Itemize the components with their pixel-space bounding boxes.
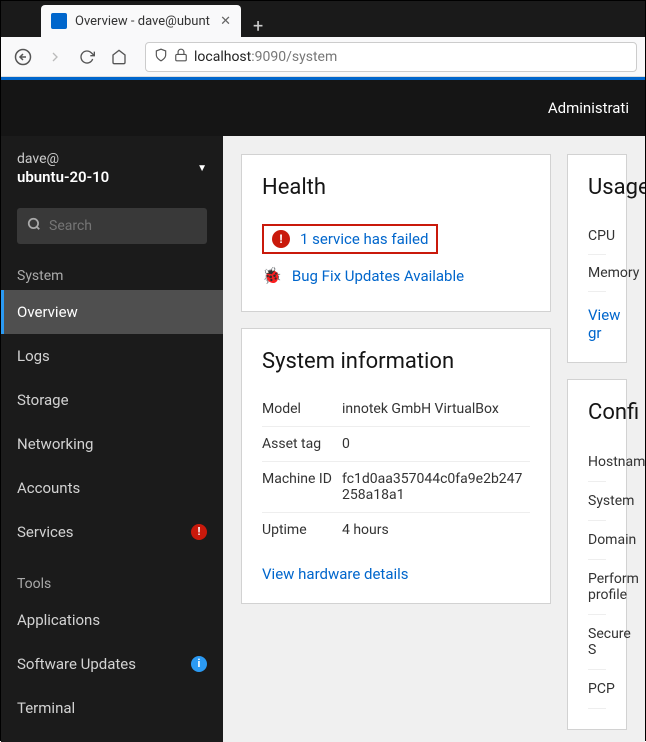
- info-row-uptime: Uptime 4 hours: [262, 512, 530, 547]
- sidebar-item-terminal[interactable]: Terminal: [1, 686, 223, 730]
- updates-link: Bug Fix Updates Available: [292, 267, 464, 285]
- config-hostname: Hostnam: [588, 443, 606, 482]
- tab-favicon: [51, 13, 67, 29]
- usage-title: Usage: [588, 175, 606, 200]
- health-card: Health ! 1 service has failed 🐞 Bug Fix …: [241, 154, 551, 312]
- chevron-down-icon: ▼: [197, 163, 207, 174]
- bug-icon: 🐞: [262, 266, 282, 285]
- section-tools: Tools: [1, 566, 223, 598]
- config-title: Confi: [588, 400, 606, 425]
- failed-service-row[interactable]: ! 1 service has failed: [262, 224, 438, 254]
- sidebar-item-overview[interactable]: Overview: [1, 290, 223, 334]
- section-system: System: [1, 258, 223, 290]
- usage-memory: Memory: [588, 255, 606, 292]
- sidebar: dave@ ubuntu-20-10 ▼ System Overview Log…: [1, 136, 223, 742]
- info-row-machine-id: Machine ID fc1d0aa357044c0fa9e2b247258a1…: [262, 461, 530, 512]
- hardware-details-link[interactable]: View hardware details: [262, 565, 530, 583]
- page-header: Administrati: [1, 80, 645, 136]
- url-text: localhost:9090/system: [194, 49, 337, 65]
- browser-nav-bar: localhost:9090/system: [1, 37, 645, 77]
- host-name: ubuntu-20-10: [17, 168, 109, 188]
- browser-tab[interactable]: Overview - dave@ubunt ✕: [41, 5, 241, 37]
- usage-cpu: CPU: [588, 218, 606, 255]
- system-info-card: System information Model innotek GmbH Vi…: [241, 328, 551, 604]
- sidebar-item-services[interactable]: Services !: [1, 510, 223, 554]
- forward-button[interactable]: [41, 43, 69, 71]
- config-pcp: PCP: [588, 670, 606, 709]
- back-button[interactable]: [9, 43, 37, 71]
- sidebar-item-software-updates[interactable]: Software Updates i: [1, 642, 223, 686]
- sidebar-item-accounts[interactable]: Accounts: [1, 466, 223, 510]
- config-perf-profile: Perform profile: [588, 560, 606, 615]
- host-user: dave@: [17, 150, 109, 168]
- view-graphs-link[interactable]: View gr: [588, 292, 606, 342]
- new-tab-button[interactable]: +: [241, 16, 275, 37]
- info-row-model: Model innotek GmbH VirtualBox: [262, 392, 530, 426]
- usage-card: Usage CPU Memory View gr: [567, 154, 627, 363]
- home-button[interactable]: [105, 43, 133, 71]
- warning-badge-icon: !: [191, 524, 207, 540]
- sidebar-item-storage[interactable]: Storage: [1, 378, 223, 422]
- system-info-title: System information: [262, 349, 530, 374]
- admin-link[interactable]: Administrati: [548, 99, 629, 117]
- health-title: Health: [262, 175, 530, 200]
- host-selector[interactable]: dave@ ubuntu-20-10 ▼: [1, 136, 223, 202]
- content-area: Health ! 1 service has failed 🐞 Bug Fix …: [223, 136, 645, 742]
- info-row-asset-tag: Asset tag 0: [262, 426, 530, 461]
- sidebar-item-logs[interactable]: Logs: [1, 334, 223, 378]
- config-system: System: [588, 482, 606, 521]
- search-icon: [27, 217, 41, 235]
- tab-title: Overview - dave@ubunt: [75, 14, 212, 29]
- config-domain: Domain: [588, 521, 606, 560]
- sidebar-item-networking[interactable]: Networking: [1, 422, 223, 466]
- url-bar[interactable]: localhost:9090/system: [145, 42, 637, 72]
- failed-service-link: 1 service has failed: [300, 230, 428, 248]
- shield-icon: [154, 47, 168, 66]
- search-box[interactable]: [17, 208, 207, 244]
- sidebar-item-applications[interactable]: Applications: [1, 598, 223, 642]
- browser-tab-bar: Overview - dave@ubunt ✕ +: [1, 1, 645, 37]
- search-input[interactable]: [49, 218, 197, 234]
- close-tab-icon[interactable]: ✕: [220, 14, 231, 29]
- reload-button[interactable]: [73, 43, 101, 71]
- info-badge-icon: i: [191, 656, 207, 672]
- error-icon: !: [272, 230, 290, 248]
- config-secure: Secure S: [588, 615, 606, 670]
- config-card: Confi Hostnam System Domain Perform prof…: [567, 379, 627, 730]
- updates-row[interactable]: 🐞 Bug Fix Updates Available: [262, 260, 530, 291]
- lock-icon: [174, 47, 188, 66]
